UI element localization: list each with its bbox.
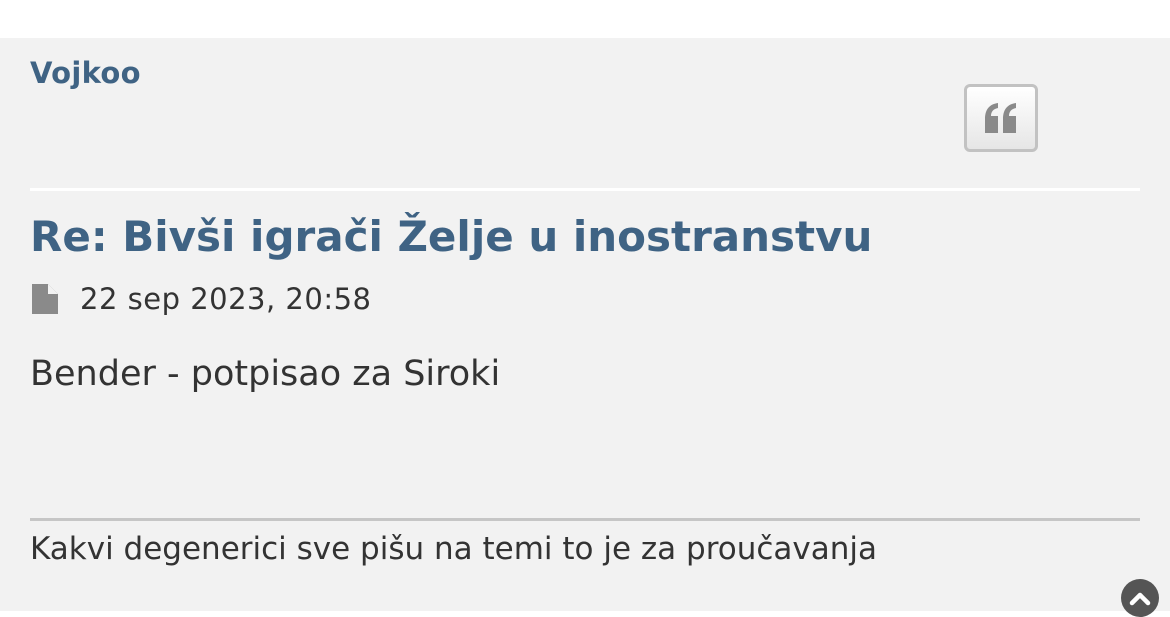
quote-button[interactable] xyxy=(964,84,1038,152)
post-signature: Kakvi degenerici sve pišu na temi to je … xyxy=(30,531,878,567)
post-content: Bender - potpisao za Siroki xyxy=(30,354,501,394)
back-to-top-button[interactable] xyxy=(1121,579,1159,617)
post-date: 22 sep 2023, 20:58 xyxy=(80,282,372,316)
file-icon[interactable] xyxy=(30,282,60,316)
post-title-link[interactable]: Re: Bivši igrači Želje u inostranstvu xyxy=(30,212,872,261)
chevron-up-icon xyxy=(1129,592,1151,606)
signature-divider xyxy=(30,518,1140,521)
post-meta: 22 sep 2023, 20:58 xyxy=(30,279,372,319)
post-author-link[interactable]: Vojkoo xyxy=(30,56,141,90)
quote-icon xyxy=(985,103,1016,133)
post-header-divider xyxy=(30,188,1140,191)
forum-post: Vojkoo Re: Bivši igrači Želje u inostran… xyxy=(0,38,1170,617)
